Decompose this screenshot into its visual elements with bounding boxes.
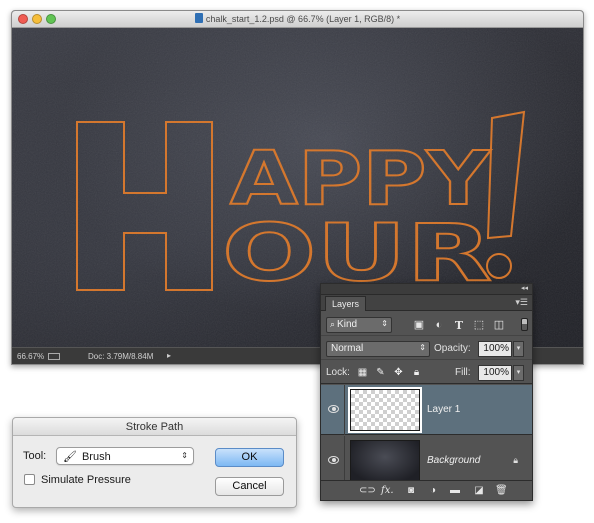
smart-object-filter-icon[interactable]: ◫ [493, 320, 505, 331]
document-title: chalk_start_1.2.psd @ 66.7% (Layer 1, RG… [12, 13, 583, 24]
fill-label: Fill: [455, 367, 471, 378]
psd-file-icon [194, 13, 203, 23]
panel-menu-icon[interactable]: ▾☰ [515, 297, 528, 308]
lock-transparent-pixels-icon[interactable]: ▦ [357, 367, 368, 378]
type-filter-icon[interactable]: T [453, 320, 465, 331]
shape-filter-icon[interactable]: ⬚ [473, 320, 485, 331]
chevron-updown-icon: ⇕ [419, 343, 426, 352]
blend-mode-select[interactable]: Normal ⇕ [326, 341, 430, 357]
lock-all-icon[interactable]: 🔒︎ [411, 367, 422, 378]
document-titlebar[interactable]: chalk_start_1.2.psd @ 66.7% (Layer 1, RG… [12, 11, 583, 28]
opacity-field[interactable]: 100% [478, 341, 512, 357]
tool-label: Tool: [23, 450, 47, 462]
chevron-updown-icon: ⇕ [181, 451, 188, 460]
layer-thumbnail [348, 387, 422, 433]
doc-size: Doc: 3.79M/8.84M [88, 352, 154, 361]
adjustment-filter-icon[interactable]: ◐ [433, 320, 445, 331]
layer-row-background[interactable]: Background 🔒︎ [321, 436, 532, 486]
stroke-path-dialog: Stroke Path Tool: 🖌︎ Brush ⇕ Simulate Pre… [12, 417, 297, 508]
layers-tabbar: Layers ▾☰ [321, 295, 532, 311]
fill-dropdown-arrow-icon[interactable]: ▾ [513, 365, 524, 381]
layer-name[interactable]: Layer 1 [427, 404, 460, 415]
visibility-toggle[interactable] [321, 385, 345, 435]
opacity-label: Opacity: [434, 343, 471, 354]
filter-kind-select[interactable]: ⌕ Kind ⇕ [326, 317, 392, 333]
dialog-title: Stroke Path [13, 418, 296, 436]
filter-toggle-switch[interactable] [521, 318, 528, 331]
layers-panel: ◂◂ Layers ▾☰ ⌕ Kind ⇕ ▣ ◐ T ⬚ ◫ Normal ⇕ … [320, 283, 533, 501]
image-filter-icon[interactable]: ▣ [413, 320, 425, 331]
collapse-panel-icon[interactable]: ◂◂ [521, 284, 528, 292]
lock-row: Lock: ▦ ✎ ✥ 🔒︎ Fill: 100% ▾ [321, 362, 532, 384]
layer-name[interactable]: Background [427, 455, 480, 466]
status-menu-arrow-icon[interactable]: ▸ [167, 351, 171, 360]
layers-footer: ⊂⊃ fx. ◙ ◑ ▬ ◪ 🗑︎ [321, 480, 532, 500]
link-icon[interactable]: ⊂⊃ [359, 485, 376, 497]
trash-icon[interactable]: 🗑︎ [495, 485, 508, 497]
search-icon: ⌕ [330, 319, 336, 329]
lock-icon: 🔒︎ [513, 455, 518, 465]
visibility-toggle[interactable] [321, 436, 345, 486]
lock-position-icon[interactable]: ✥ [393, 367, 404, 378]
window-mode-icon [48, 353, 60, 360]
mask-icon[interactable]: ◙ [405, 485, 417, 497]
eye-icon [328, 456, 339, 464]
filter-kind-label: Kind [337, 319, 358, 330]
fx-icon[interactable]: fx. [381, 485, 394, 497]
layer-filter-row: ⌕ Kind ⇕ ▣ ◐ T ⬚ ◫ [321, 314, 532, 336]
chevron-updown-icon: ⇕ [381, 319, 388, 328]
lock-image-pixels-icon[interactable]: ✎ [375, 367, 386, 378]
blend-mode-value: Normal [331, 343, 364, 354]
blend-row: Normal ⇕ Opacity: 100% ▾ [321, 338, 532, 360]
opacity-dropdown-arrow-icon[interactable]: ▾ [513, 341, 524, 357]
lock-label: Lock: [326, 367, 350, 378]
document-title-text: chalk_start_1.2.psd @ 66.7% (Layer 1, RG… [205, 14, 401, 24]
tab-layers[interactable]: Layers [325, 296, 367, 311]
tool-select-value: Brush [81, 451, 111, 463]
brush-icon: 🖌︎ [63, 451, 77, 463]
cancel-button[interactable]: Cancel [215, 477, 284, 496]
simulate-pressure-label[interactable]: Simulate Pressure [41, 474, 131, 486]
zoom-level[interactable]: 66.67% [17, 352, 44, 361]
simulate-pressure-checkbox[interactable] [24, 474, 35, 485]
layer-row-layer-1[interactable]: Layer 1 [321, 385, 532, 435]
adjustment-icon[interactable]: ◑ [427, 485, 439, 497]
ok-button[interactable]: OK [215, 448, 284, 467]
new-layer-icon[interactable]: ◪ [473, 485, 485, 497]
fill-field[interactable]: 100% [478, 365, 512, 381]
layer-thumbnail [350, 440, 420, 482]
eye-icon [328, 405, 339, 413]
tool-select[interactable]: 🖌︎ Brush ⇕ [56, 447, 194, 465]
folder-icon[interactable]: ▬ [449, 485, 461, 497]
panel-dock-strip[interactable]: ◂◂ [321, 284, 532, 295]
